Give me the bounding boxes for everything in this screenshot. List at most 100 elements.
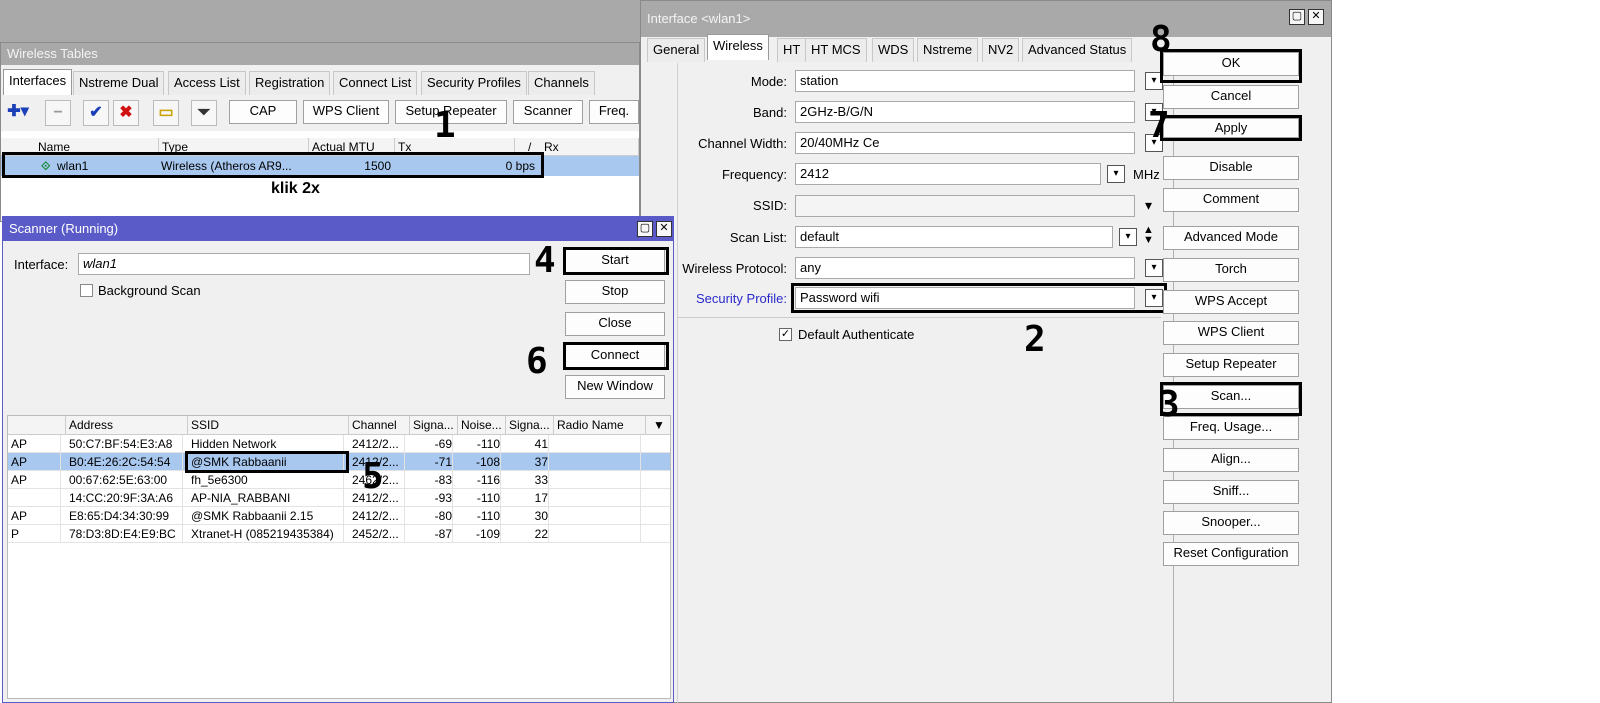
scan-results-table: Address SSID Channel Signa... Noise... S… [7, 415, 671, 699]
scan-cell-channel: 2412/2... [352, 435, 405, 453]
scanner-button[interactable]: Scanner [513, 100, 583, 124]
tab-channels[interactable]: Channels [528, 71, 595, 95]
scanner-interface-select[interactable]: wlan1 [78, 253, 530, 275]
scan-cell-ssid: Hidden Network [191, 435, 344, 453]
col-address[interactable]: Address [66, 416, 188, 434]
advanced-mode-button[interactable]: Advanced Mode [1163, 226, 1299, 250]
stop-button[interactable]: Stop [565, 280, 665, 304]
scan-cell-signal: -93 [413, 489, 453, 507]
tab-wds[interactable]: WDS [872, 38, 915, 62]
col-ssid[interactable]: SSID [188, 416, 349, 434]
tab-security-profiles[interactable]: Security Profiles [421, 71, 527, 95]
comment-button[interactable]: Comment [1163, 188, 1299, 212]
scanner-maximize-icon[interactable]: ▢ [637, 221, 653, 237]
tab-advanced-status[interactable]: Advanced Status [1022, 38, 1133, 62]
interface-row-wlan1[interactable]: ⟐ wlan1 Wireless (Atheros AR9... 1500 0 … [1, 156, 639, 176]
col-name[interactable]: Name [35, 138, 159, 156]
scan-cell-ssid: @SMK Rabbaanii [191, 453, 344, 471]
tab-access-list[interactable]: Access List [168, 71, 246, 95]
wireless-protocol-dropdown-icon[interactable]: ▾ [1145, 259, 1163, 277]
col-flags[interactable] [8, 416, 66, 434]
scan-list-dropdown-icon[interactable]: ▾ [1119, 228, 1137, 246]
snooper-button[interactable]: Snooper... [1163, 511, 1299, 535]
add-icon[interactable]: ✚▾ [5, 100, 31, 126]
tab-interfaces[interactable]: Interfaces [3, 69, 73, 95]
sniff-button[interactable]: Sniff... [1163, 480, 1299, 504]
mode-dropdown-icon[interactable]: ▾ [1145, 72, 1163, 90]
filter-icon[interactable]: ⏷ [191, 100, 217, 126]
scanner-bg-scan-checkbox[interactable] [80, 284, 93, 297]
scan-result-row[interactable]: P 78:D3:8D:E4:E9:BC Xtranet-H (08521943538… [8, 525, 670, 543]
apply-button[interactable]: Apply [1163, 118, 1299, 138]
close-icon[interactable]: ✕ [1308, 9, 1324, 25]
tab-general[interactable]: General [647, 38, 706, 62]
scanner-interface-label: Interface: [14, 257, 69, 272]
reset-configuration-button[interactable]: Reset Configuration [1163, 542, 1299, 566]
new-window-button[interactable]: New Window [565, 375, 665, 399]
connect-button[interactable]: Connect [565, 344, 665, 368]
freq-button[interactable]: Freq. [589, 100, 639, 124]
scanner-close-icon[interactable]: ✕ [656, 221, 672, 237]
channel-width-select[interactable]: 20/40MHz Ce [795, 132, 1135, 154]
column-chooser-icon[interactable]: ▼ [650, 416, 668, 434]
maximize-icon[interactable]: ▢ [1289, 9, 1305, 25]
ok-button[interactable]: OK [1163, 52, 1299, 76]
frequency-unit: MHz [1133, 167, 1160, 182]
disable-icon[interactable]: ✖ [113, 100, 139, 126]
cancel-button[interactable]: Cancel [1163, 85, 1299, 109]
scan-button[interactable]: Scan... [1163, 385, 1299, 409]
setup-repeater-side-button[interactable]: Setup Repeater [1163, 353, 1299, 377]
wps-accept-button[interactable]: WPS Accept [1163, 290, 1299, 314]
disable-button[interactable]: Disable [1163, 156, 1299, 180]
col-actual-mtu[interactable]: Actual MTU [309, 138, 395, 156]
wps-client-button[interactable]: WPS Client [303, 100, 389, 124]
freq-usage-button[interactable]: Freq. Usage... [1163, 416, 1299, 440]
close-button[interactable]: Close [565, 312, 665, 336]
band-select[interactable]: 2GHz-B/G/N [795, 101, 1135, 123]
remove-icon[interactable]: − [45, 100, 71, 126]
mode-label: Mode: [750, 74, 787, 89]
security-profile-select[interactable]: Password wifi [795, 287, 1135, 309]
scan-result-row[interactable]: AP 50:C7:BF:54:E3:A8 Hidden Network 2412/2.… [8, 435, 670, 453]
scan-list-updown-icon[interactable]: ▲ ▼ [1143, 225, 1154, 246]
tab-ht[interactable]: HT [777, 38, 807, 62]
wps-client-side-button[interactable]: WPS Client [1163, 321, 1299, 345]
security-profile-label[interactable]: Security Profile: [661, 291, 787, 306]
mode-select[interactable]: station [795, 70, 1135, 92]
ssid-input[interactable] [795, 195, 1135, 217]
annotation-8: 8 [1150, 19, 1172, 60]
col-snr[interactable]: Signa... [506, 416, 554, 434]
col-radio-name[interactable]: Radio Name [554, 416, 646, 434]
tab-ht-mcs[interactable]: HT MCS [805, 38, 867, 62]
col-rx[interactable]: Rx [541, 138, 639, 156]
scan-cell-noise: -109 [461, 525, 501, 543]
tab-nv2[interactable]: NV2 [982, 38, 1020, 62]
scan-list-select[interactable]: default [795, 226, 1113, 248]
default-authenticate-checkbox[interactable]: ✓ [779, 328, 792, 341]
scan-result-row[interactable]: 14:CC:20:9F:3A:A6 AP-NIA_RABBANI 2412/2...… [8, 489, 670, 507]
enable-icon[interactable]: ✔ [83, 100, 109, 126]
tab-connect-list[interactable]: Connect List [333, 71, 418, 95]
frequency-dropdown-icon[interactable]: ▾ [1107, 165, 1125, 183]
wireless-protocol-select[interactable]: any [795, 257, 1135, 279]
col-type[interactable]: Type [159, 138, 309, 156]
comment-icon[interactable]: ▭ [153, 100, 179, 126]
tab-nstreme[interactable]: Nstreme [917, 38, 979, 62]
col-noise[interactable]: Noise... [458, 416, 506, 434]
scan-result-row[interactable]: AP B0:4E:26:2C:54:54 @SMK Rabbaanii 2412/2.… [8, 453, 670, 471]
tab-registration[interactable]: Registration [249, 71, 331, 95]
tab-wireless[interactable]: Wireless [707, 34, 769, 60]
ssid-dropdown-icon[interactable]: ▾ [1145, 197, 1152, 214]
start-button[interactable]: Start [565, 249, 665, 273]
scan-cell-ssid: @SMK Rabbaanii 2.15 [191, 507, 344, 525]
scan-result-row[interactable]: AP E8:65:D4:34:30:99 @SMK Rabbaanii 2.15 24… [8, 507, 670, 525]
scan-result-row[interactable]: AP 00:67:62:5E:63:00 fh_5e6300 2462/2... -83… [8, 471, 670, 489]
col-channel[interactable]: Channel [349, 416, 410, 434]
tab-nstreme-dual[interactable]: Nstreme Dual [73, 71, 165, 95]
torch-button[interactable]: Torch [1163, 258, 1299, 282]
cap-button[interactable]: CAP [229, 100, 297, 124]
security-profile-dropdown-icon[interactable]: ▾ [1145, 289, 1163, 307]
frequency-select[interactable]: 2412 [795, 163, 1101, 185]
col-signal[interactable]: Signa... [410, 416, 458, 434]
align-button[interactable]: Align... [1163, 448, 1299, 472]
